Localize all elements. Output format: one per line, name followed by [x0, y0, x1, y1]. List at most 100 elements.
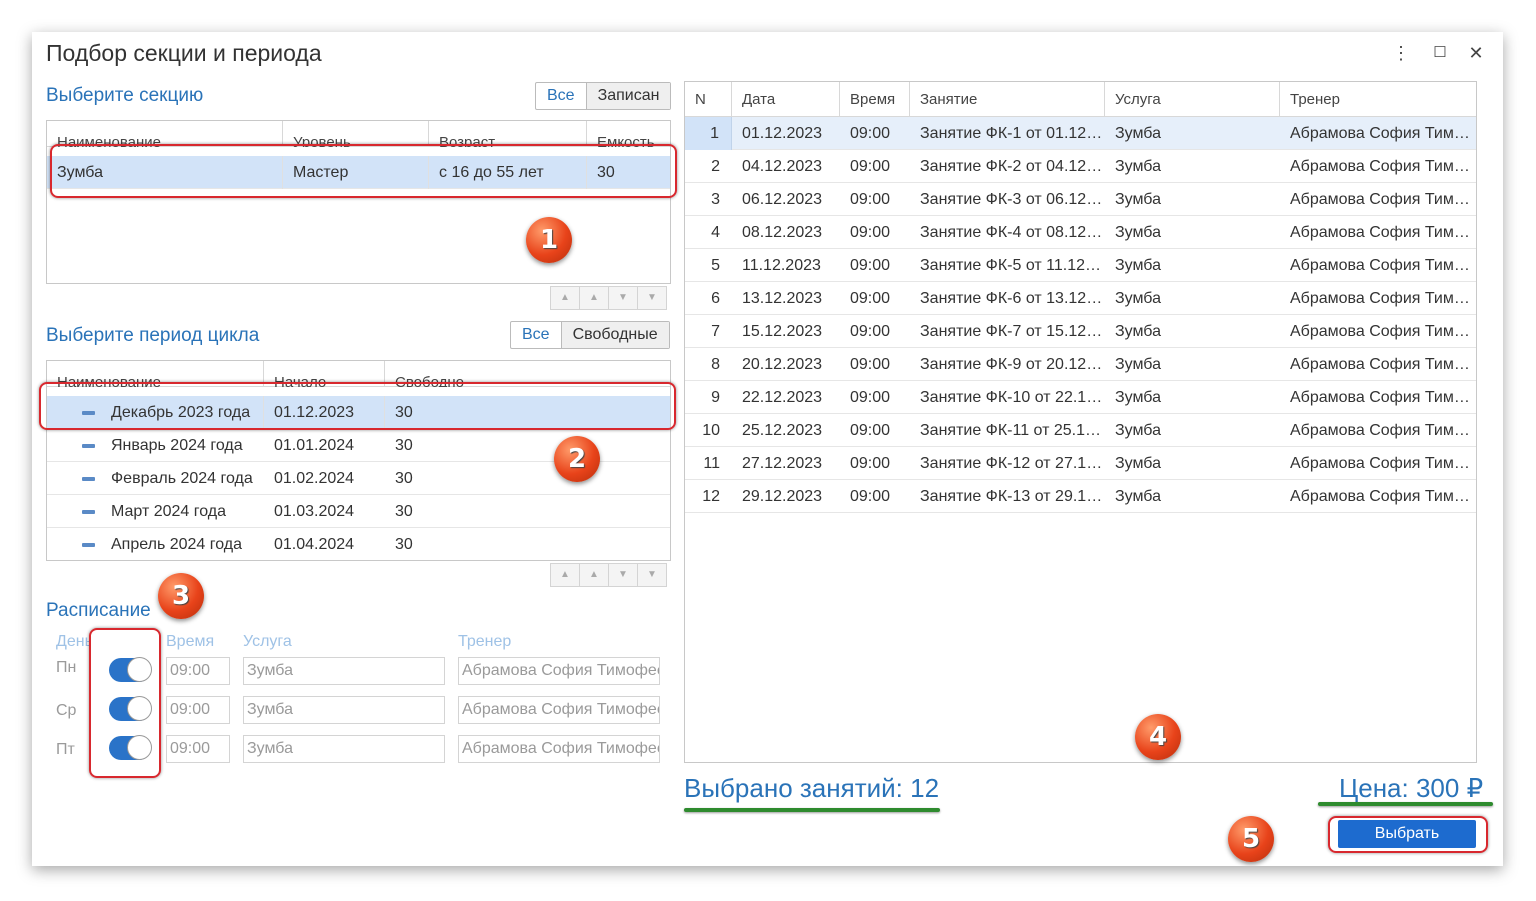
lesson-row[interactable]: 1 01.12.2023 09:00 Занятие ФК-1 от 01.12.20… — [685, 117, 1476, 150]
period-status-icon — [82, 510, 95, 514]
selected-count: Выбрано занятий: 12 — [684, 773, 940, 803]
section-filter-enrolled[interactable]: Записан — [586, 83, 671, 109]
section-nav: ▲ ▲ ▼ ▼ — [550, 286, 667, 310]
lesson-row[interactable]: 9 22.12.2023 09:00 Занятие ФК-10 от 22.12.2… — [685, 381, 1476, 414]
period-row[interactable]: Декабрь 2023 года 01.12.2023 30 — [47, 396, 670, 429]
col-time[interactable]: Время — [840, 82, 910, 117]
schedule-title: Расписание — [46, 600, 151, 621]
lesson-trainer: Абрамова София Тимофеевна — [1290, 125, 1476, 142]
lesson-n: 3 — [711, 191, 720, 208]
col-period-start[interactable]: Начало — [264, 361, 385, 387]
nav-last-icon[interactable]: ▼ — [637, 563, 667, 587]
schedule-day-toggle[interactable] — [109, 657, 152, 682]
nav-down-icon[interactable]: ▼ — [608, 563, 638, 587]
schedule-time-field[interactable]: 09:00 — [166, 657, 230, 685]
lesson-row[interactable]: 2 04.12.2023 09:00 Занятие ФК-2 от 04.12.20… — [685, 150, 1476, 183]
lesson-time: 09:00 — [850, 389, 891, 406]
schedule-day: Пн — [56, 659, 77, 676]
maximize-icon[interactable]: ☐ — [1428, 41, 1452, 65]
lesson-n: 2 — [711, 158, 720, 175]
lesson-row[interactable]: 6 13.12.2023 09:00 Занятие ФК-6 от 13.12.20… — [685, 282, 1476, 315]
lesson-lesson: Занятие ФК-9 от 20.12.2023 — [920, 356, 1105, 373]
lesson-row[interactable]: 7 15.12.2023 09:00 Занятие ФК-7 от 15.12.20… — [685, 315, 1476, 348]
nav-down-icon[interactable]: ▼ — [608, 286, 638, 310]
schedule-time-field[interactable]: 09:00 — [166, 696, 230, 724]
lesson-trainer: Абрамова София Тимофеевна — [1290, 455, 1476, 472]
section-table-header: Наименование Уровень Возраст Емкость — [47, 121, 670, 147]
lesson-lesson: Занятие ФК-3 от 06.12.2023 — [920, 191, 1105, 208]
schedule-day-toggle[interactable] — [109, 735, 152, 760]
lesson-service: Зумба — [1115, 455, 1161, 472]
badge-5: 5 — [1228, 816, 1274, 862]
period-table-header: Наименование Начало Свободно — [47, 361, 670, 387]
col-period-name[interactable]: Наименование — [47, 361, 264, 387]
lesson-n: 9 — [711, 389, 720, 406]
col-n[interactable]: N — [685, 82, 732, 117]
nav-up-icon[interactable]: ▲ — [579, 286, 609, 310]
schedule-trainer-field[interactable]: Абрамова София Тимофеевна — [458, 657, 660, 685]
lesson-row[interactable]: 12 29.12.2023 09:00 Занятие ФК-13 от 29.12.… — [685, 480, 1476, 513]
period-free: 30 — [395, 503, 413, 520]
lesson-n: 5 — [711, 257, 720, 274]
section-filter-all[interactable]: Все — [536, 83, 587, 109]
more-icon[interactable]: ⋮ — [1389, 41, 1413, 65]
period-start: 01.01.2024 — [274, 437, 355, 454]
col-capacity[interactable]: Емкость — [587, 121, 670, 147]
period-start: 01.03.2024 — [274, 503, 355, 520]
schedule-trainer-field[interactable]: Абрамова София Тимофеевна — [458, 696, 660, 724]
lesson-lesson: Занятие ФК-5 от 11.12.2023 — [920, 257, 1105, 274]
col-level[interactable]: Уровень — [283, 121, 429, 147]
lessons-table-header: N Дата Время Занятие Услуга Тренер — [685, 82, 1476, 117]
select-button[interactable]: Выбрать — [1338, 820, 1476, 848]
close-icon[interactable]: ✕ — [1464, 41, 1488, 65]
section-table: Наименование Уровень Возраст Емкость Зум… — [46, 120, 671, 284]
period-row[interactable]: Апрель 2024 года 01.04.2024 30 — [47, 528, 670, 560]
lesson-service: Зумба — [1115, 422, 1161, 439]
lesson-row[interactable]: 4 08.12.2023 09:00 Занятие ФК-4 от 08.12.20… — [685, 216, 1476, 249]
lesson-time: 09:00 — [850, 455, 891, 472]
nav-first-icon[interactable]: ▲ — [550, 563, 580, 587]
schedule-service-field[interactable]: Зумба — [243, 696, 445, 724]
col-period-free[interactable]: Свободно — [385, 361, 670, 387]
lesson-time: 09:00 — [850, 290, 891, 307]
lesson-row[interactable]: 3 06.12.2023 09:00 Занятие ФК-3 от 06.12.20… — [685, 183, 1476, 216]
nav-last-icon[interactable]: ▼ — [637, 286, 667, 310]
lesson-service: Зумба — [1115, 290, 1161, 307]
col-date[interactable]: Дата — [732, 82, 840, 117]
lesson-date: 22.12.2023 — [742, 389, 823, 406]
lesson-date: 20.12.2023 — [742, 356, 823, 373]
schedule-day-toggle[interactable] — [109, 696, 152, 721]
lesson-lesson: Занятие ФК-2 от 04.12.2023 — [920, 158, 1105, 175]
period-name: Декабрь 2023 года — [101, 396, 264, 429]
period-name: Апрель 2024 года — [111, 536, 243, 553]
period-filter-free[interactable]: Свободные — [561, 322, 669, 348]
lesson-n: 11 — [703, 455, 720, 472]
nav-up-icon[interactable]: ▲ — [579, 563, 609, 587]
schedule-time-field[interactable]: 09:00 — [166, 735, 230, 763]
dialog-title: Подбор секции и периода — [46, 40, 322, 66]
period-nav: ▲ ▲ ▼ ▼ — [550, 563, 667, 587]
period-row[interactable]: Март 2024 года 01.03.2024 30 — [47, 495, 670, 528]
col-name[interactable]: Наименование — [47, 121, 283, 147]
col-service[interactable]: Услуга — [1105, 82, 1280, 117]
col-lesson[interactable]: Занятие — [910, 82, 1105, 117]
lesson-row[interactable]: 10 25.12.2023 09:00 Занятие ФК-11 от 25.12.… — [685, 414, 1476, 447]
price-underline — [1318, 802, 1493, 806]
lesson-row[interactable]: 11 27.12.2023 09:00 Занятие ФК-12 от 27.12.… — [685, 447, 1476, 480]
section-row-zumba[interactable]: Зумба Мастер с 16 до 55 лет 30 — [47, 156, 670, 189]
schedule-trainer-field[interactable]: Абрамова София Тимофеевна — [458, 735, 660, 763]
period-name: Февраль 2024 года — [111, 470, 253, 487]
col-trainer[interactable]: Тренер — [1280, 82, 1476, 117]
lesson-time: 09:00 — [850, 125, 891, 142]
period-filter-all[interactable]: Все — [511, 322, 562, 348]
period-filter: Все Свободные — [510, 321, 670, 349]
col-age[interactable]: Возраст — [429, 121, 587, 147]
schedule-service-field[interactable]: Зумба — [243, 657, 445, 685]
schedule-service-field[interactable]: Зумба — [243, 735, 445, 763]
lesson-row[interactable]: 8 20.12.2023 09:00 Занятие ФК-9 от 20.12.20… — [685, 348, 1476, 381]
lesson-row[interactable]: 5 11.12.2023 09:00 Занятие ФК-5 от 11.12.20… — [685, 249, 1476, 282]
nav-first-icon[interactable]: ▲ — [550, 286, 580, 310]
period-title: Выберите период цикла — [46, 325, 260, 346]
lesson-trainer: Абрамова София Тимофеевна — [1290, 224, 1476, 241]
lesson-time: 09:00 — [850, 422, 891, 439]
